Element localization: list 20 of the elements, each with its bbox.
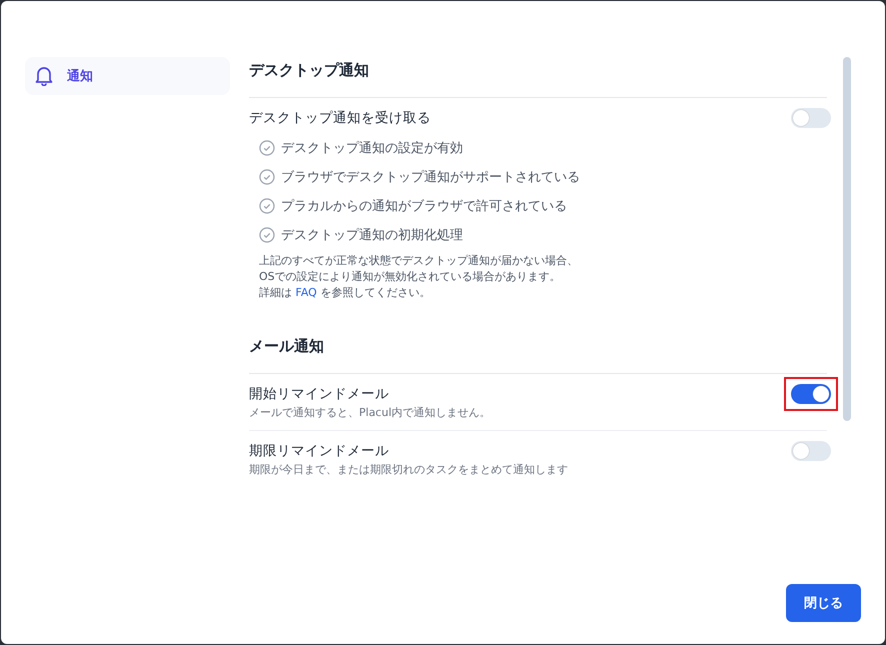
setting-label: 開始リマインドメール [249,385,389,403]
scrollbar[interactable] [843,57,851,421]
check-item-label: ブラウザでデスクトップ通知がサポートされている [281,168,580,186]
setting-label: デスクトップ通知を受け取る [249,109,431,127]
close-button[interactable]: 閉じる [786,584,861,622]
section-heading: メール通知 [249,337,325,357]
setting-label: 期限リマインドメール [249,442,389,460]
check-item-label: デスクトップ通知の設定が有効 [281,140,463,156]
sidebar-item[interactable]: 通知 [25,57,230,95]
setting-description: メールで通知すると、Placul内で通知しません。 [249,405,492,420]
setting-description: 期限が今日まで、または期限切れのタスクをまとめて通知します [249,462,569,477]
note-text: 上記のすべてが正常な状態でデスクトップ通知が届かない場合、 OSでの設定により通知が無効化されている場合があります。 詳細は FAQ を参照してください。 [259,253,579,301]
section-heading: デスクトップ通知 [249,61,370,81]
faq-link[interactable]: FAQ [296,286,317,299]
toggle-switch[interactable] [791,441,831,461]
check-item-label: デスクトップ通知の初期化処理 [281,226,463,244]
bell-icon [35,66,53,86]
toggle-switch[interactable] [791,384,831,404]
toggle-switch[interactable] [791,108,831,128]
check-item-label: プラカルからの通知がブラウザで許可されている [281,198,567,214]
